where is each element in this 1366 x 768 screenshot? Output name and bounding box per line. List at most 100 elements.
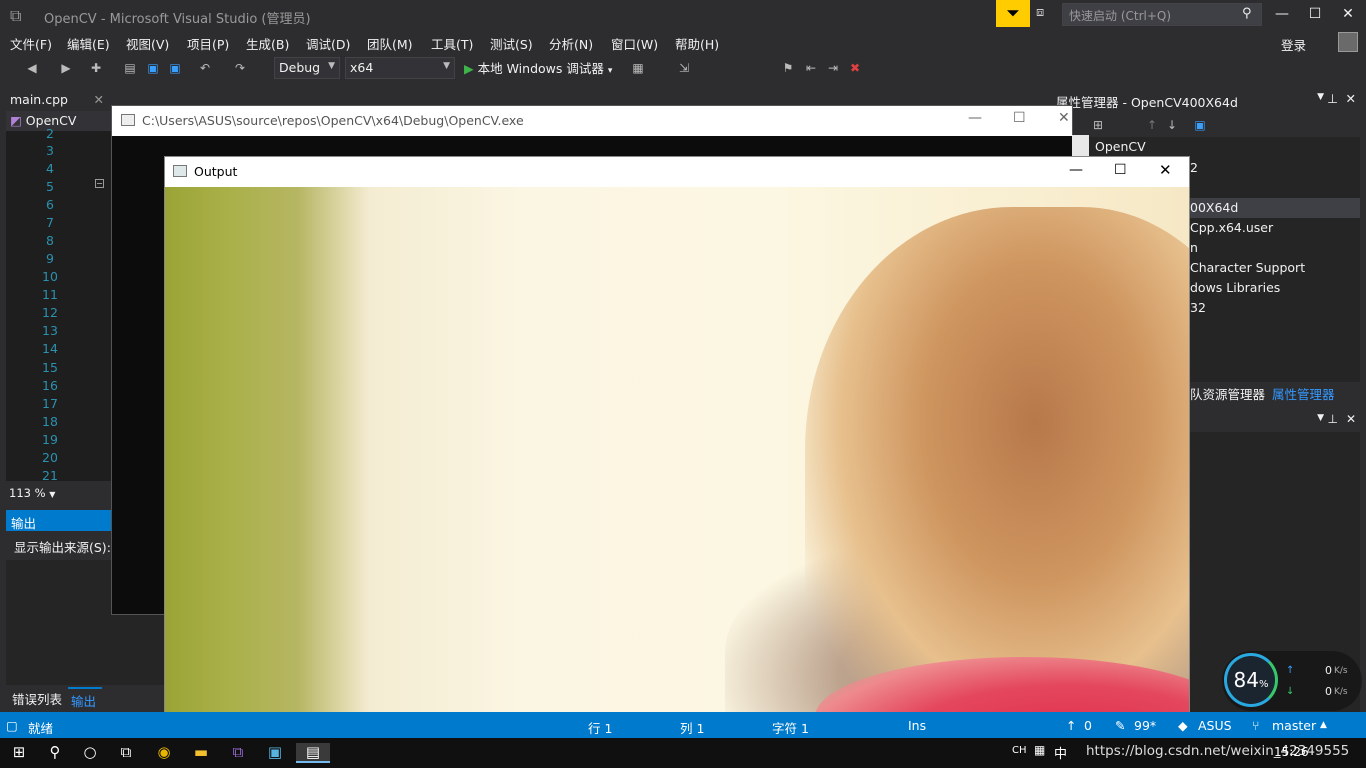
visual-studio-icon[interactable]: ⧉ bbox=[227, 743, 249, 763]
tree-item[interactable]: n bbox=[1190, 240, 1198, 255]
arrow-up-icon: ↑ bbox=[1066, 718, 1077, 733]
code-editor[interactable]: 2 3 4 5 6 7 8 9 10 11 12 13 14 15 16 17 … bbox=[6, 126, 112, 483]
line-number: 18 bbox=[42, 414, 58, 429]
undo-icon[interactable]: ↶ bbox=[197, 60, 213, 76]
close-icon[interactable]: ✕ bbox=[1346, 412, 1356, 426]
grid-icon[interactable]: ▦ bbox=[1034, 743, 1045, 757]
save-icon[interactable]: ▣ bbox=[145, 60, 161, 76]
close-icon[interactable]: ✕ bbox=[94, 92, 104, 107]
chevron-up-icon[interactable]: ▲ bbox=[1320, 720, 1327, 730]
notifications-flag-icon[interactable]: ⏷ bbox=[996, 0, 1030, 27]
attach-icon[interactable]: ▦ bbox=[630, 60, 646, 76]
step-icon[interactable]: ⇲ bbox=[676, 60, 692, 76]
save-all-icon[interactable]: ▣ bbox=[167, 60, 183, 76]
new-project-icon[interactable]: ✚ bbox=[88, 60, 104, 76]
clear-bookmarks-icon[interactable]: ✖ bbox=[847, 60, 863, 76]
line-number: 11 bbox=[42, 287, 58, 302]
menu-window[interactable]: 窗口(W) bbox=[611, 34, 658, 53]
maximize-button[interactable]: ☐ bbox=[1114, 162, 1127, 178]
status-unpushed-count[interactable]: 0 bbox=[1084, 718, 1092, 733]
cortana-icon[interactable]: ○ bbox=[79, 743, 101, 763]
app-icon[interactable]: ▣ bbox=[264, 743, 286, 763]
maximize-button[interactable]: ☐ bbox=[1013, 110, 1026, 126]
zoom-select[interactable]: 113 % bbox=[9, 486, 46, 500]
search-icon[interactable]: ⚲ bbox=[1242, 6, 1252, 21]
pencil-icon: ✎ bbox=[1115, 718, 1126, 733]
chevron-down-icon[interactable]: ▼ bbox=[1317, 92, 1324, 102]
windows-start-icon[interactable]: ⊞ bbox=[8, 743, 30, 763]
opencv-output-taskbar-icon[interactable]: ▤ bbox=[296, 743, 330, 763]
menu-view[interactable]: 视图(V) bbox=[126, 34, 169, 53]
tab-team-explorer[interactable]: 队资源管理器 bbox=[1190, 384, 1265, 403]
tree-item-selected[interactable]: 00X64d bbox=[1190, 200, 1238, 215]
pin-icon[interactable]: ⊥ bbox=[1327, 91, 1338, 106]
menu-test[interactable]: 测试(S) bbox=[490, 34, 533, 53]
close-button[interactable]: ✕ bbox=[1058, 110, 1070, 126]
status-branch[interactable]: master bbox=[1272, 718, 1316, 733]
platform-select[interactable]: x64 ▼ bbox=[345, 57, 455, 79]
chevron-down-icon[interactable]: ▼ bbox=[1317, 413, 1324, 423]
navigation-bar[interactable]: ◩ OpenCV bbox=[6, 111, 112, 131]
menu-build[interactable]: 生成(B) bbox=[246, 34, 289, 53]
menu-team[interactable]: 团队(M) bbox=[367, 34, 413, 53]
opencv-output-window[interactable]: Output — ☐ ✕ bbox=[164, 156, 1190, 718]
tree-item[interactable]: 2 bbox=[1190, 160, 1198, 175]
login-link[interactable]: 登录 bbox=[1281, 35, 1306, 54]
line-number: 5 bbox=[46, 179, 54, 194]
tree-item[interactable]: Character Support bbox=[1190, 260, 1305, 275]
maximize-button[interactable]: ☐ bbox=[1299, 4, 1331, 24]
add-property-sheet-icon[interactable]: ⊞ bbox=[1090, 117, 1106, 133]
bookmark-icon[interactable]: ⚑ bbox=[780, 60, 796, 76]
config-select[interactable]: Debug ▼ bbox=[274, 57, 340, 79]
tab-output[interactable]: 输出 bbox=[68, 687, 102, 709]
back-icon[interactable]: ◀ bbox=[24, 60, 40, 76]
output-pane-header[interactable]: 输出 bbox=[6, 510, 112, 531]
menu-help[interactable]: 帮助(H) bbox=[675, 34, 719, 53]
collapse-icon[interactable]: − bbox=[95, 179, 104, 188]
prev-bookmark-icon[interactable]: ⇤ bbox=[803, 60, 819, 76]
editor-tab[interactable]: main.cpp ✕ bbox=[6, 89, 110, 111]
tree-item[interactable]: dows Libraries bbox=[1190, 280, 1280, 295]
status-row: 行 1 bbox=[588, 721, 613, 736]
tab-property-manager[interactable]: 属性管理器 bbox=[1272, 384, 1335, 403]
clock[interactable]: 15:26 bbox=[1274, 745, 1309, 759]
close-button[interactable]: ✕ bbox=[1332, 4, 1364, 24]
console-scrollbar[interactable] bbox=[1072, 135, 1089, 157]
task-view-icon[interactable]: ⧉ bbox=[115, 743, 137, 763]
forward-icon[interactable]: ▶ bbox=[58, 60, 74, 76]
status-repo[interactable]: ASUS bbox=[1198, 718, 1232, 733]
quick-launch-input[interactable]: 快速启动 (Ctrl+Q) bbox=[1062, 3, 1262, 26]
tree-item[interactable]: OpenCV bbox=[1095, 139, 1146, 154]
chrome-icon[interactable]: ◉ bbox=[153, 743, 175, 763]
status-edits[interactable]: 99* bbox=[1134, 718, 1156, 733]
close-button[interactable]: ✕ bbox=[1159, 161, 1172, 179]
account-icon[interactable] bbox=[1338, 32, 1358, 52]
redo-icon[interactable]: ↷ bbox=[232, 60, 248, 76]
open-file-icon[interactable]: ▤ bbox=[122, 60, 138, 76]
tree-item[interactable]: Cpp.x64.user bbox=[1190, 220, 1273, 235]
menu-project[interactable]: 项目(P) bbox=[187, 34, 229, 53]
ime-indicator[interactable]: CH bbox=[1012, 745, 1027, 756]
language-indicator[interactable]: 中 bbox=[1054, 743, 1067, 762]
close-icon[interactable]: ✕ bbox=[1346, 91, 1356, 106]
menu-file[interactable]: 文件(F) bbox=[10, 34, 52, 53]
tab-error-list[interactable]: 错误列表 bbox=[12, 689, 62, 708]
tree-item[interactable]: 32 bbox=[1190, 300, 1206, 315]
next-bookmark-icon[interactable]: ⇥ bbox=[825, 60, 841, 76]
network-speed-widget[interactable]: 84% ↑ 0 K/s ↓ 0 K/s bbox=[1222, 651, 1362, 711]
pin-icon[interactable]: ⊥ bbox=[1328, 412, 1338, 426]
menu-debug[interactable]: 调试(D) bbox=[306, 34, 350, 53]
move-up-icon[interactable]: ↑ bbox=[1144, 117, 1160, 133]
menu-analyze[interactable]: 分析(N) bbox=[549, 34, 593, 53]
move-down-icon[interactable]: ↓ bbox=[1164, 117, 1180, 133]
file-explorer-icon[interactable]: ▬ bbox=[190, 743, 212, 763]
minimize-button[interactable]: — bbox=[968, 110, 982, 126]
minimize-button[interactable]: — bbox=[1266, 4, 1298, 24]
search-icon[interactable]: ⚲ bbox=[44, 743, 66, 763]
menu-edit[interactable]: 编辑(E) bbox=[67, 34, 110, 53]
start-debugger-button[interactable]: ▶ 本地 Windows 调试器 ▾ bbox=[464, 58, 612, 77]
minimize-button[interactable]: — bbox=[1069, 162, 1083, 178]
menu-tools[interactable]: 工具(T) bbox=[431, 34, 473, 53]
save-icon[interactable]: ▣ bbox=[1192, 117, 1208, 133]
feedback-icon[interactable]: ⧈ bbox=[1036, 5, 1056, 23]
